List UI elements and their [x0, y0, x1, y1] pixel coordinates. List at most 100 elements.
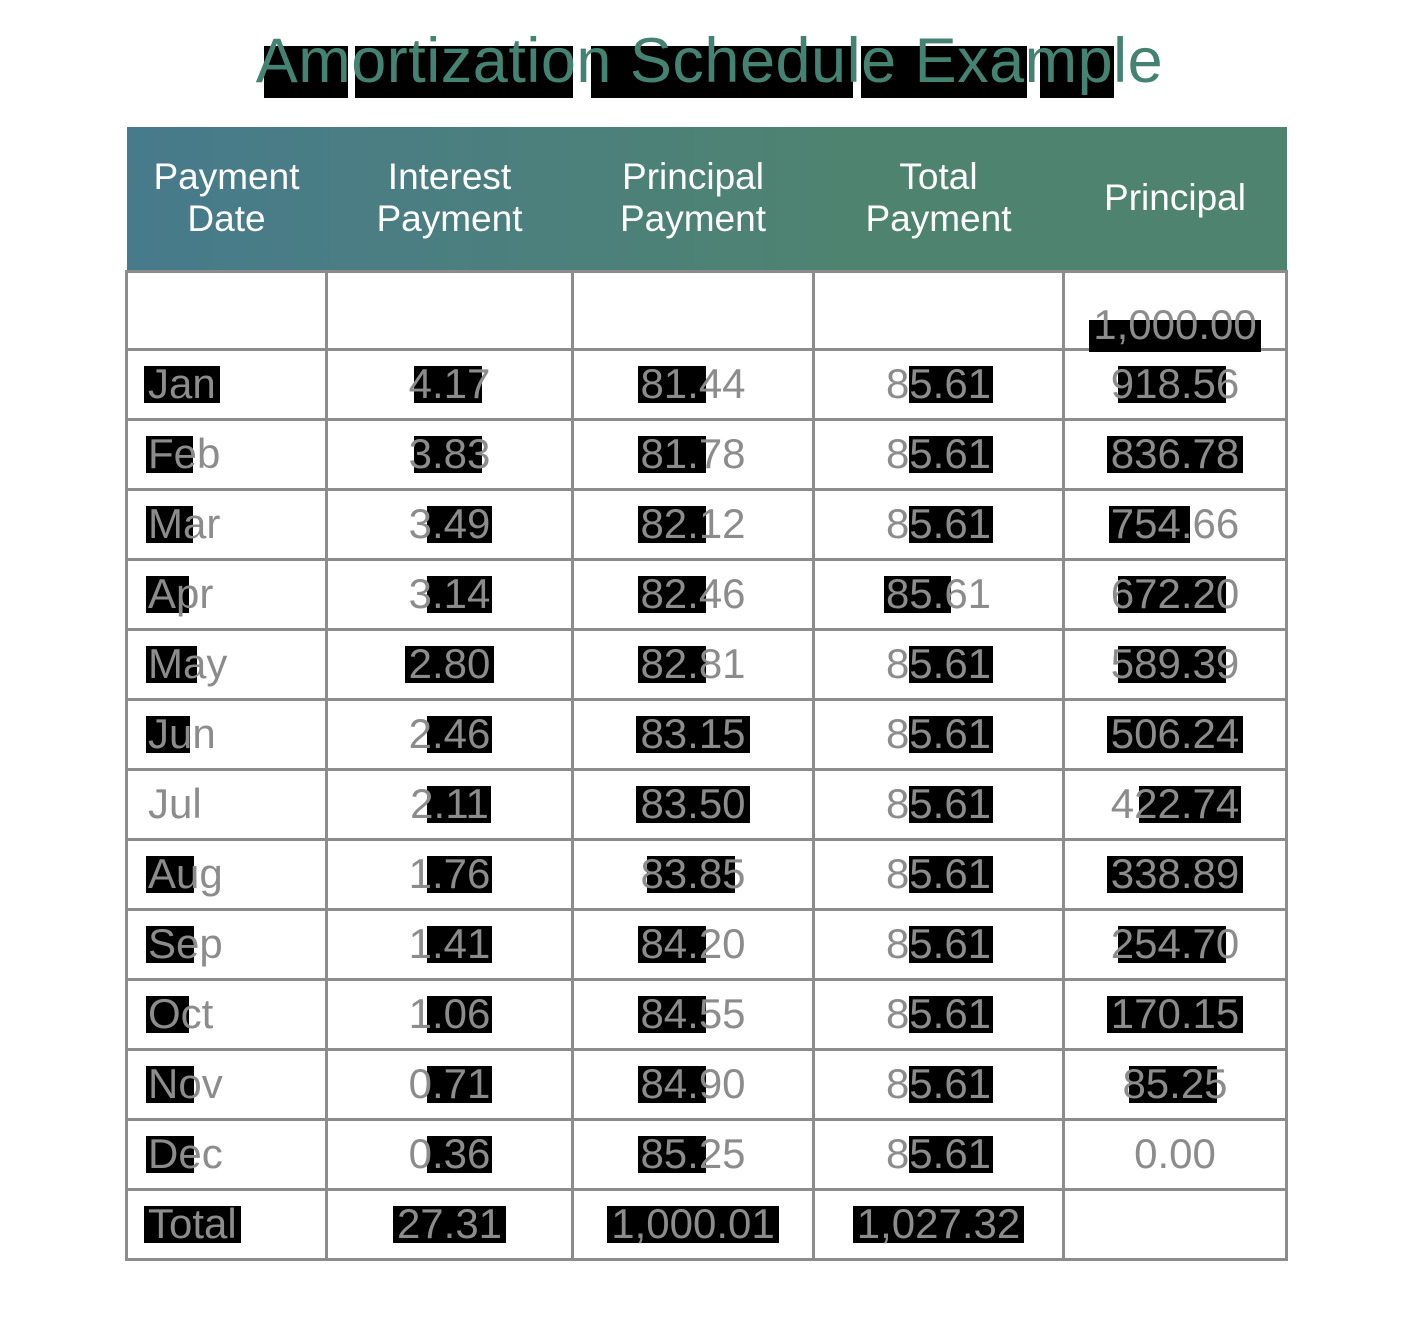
table-header: Payment Date Interest Payment Principal … [126, 127, 1287, 271]
cell-value-interest-payment: 3.14 [408, 569, 493, 619]
cell-value-payment-date: Sep [146, 919, 223, 969]
cell-value-payment-date: Dec [146, 1129, 223, 1179]
cell-text: Dec [148, 1130, 223, 1177]
page-title-text: Amortization Schedule Example [255, 26, 1164, 96]
cell-text: Feb [148, 430, 221, 477]
cell-text: 2.46 [408, 710, 491, 757]
cell-text: Total [148, 1200, 237, 1247]
cell-principal-balance: 170.15 [1062, 977, 1288, 1051]
cell-interest-payment: 2.46 [325, 697, 574, 771]
cell-text: 422.74 [1110, 780, 1240, 827]
cell-interest-payment: 3.14 [325, 557, 574, 631]
cell-text: 254.70 [1110, 920, 1240, 967]
column-header-principal-payment: Principal Payment [573, 127, 814, 271]
cell-value-principal-balance: 506.24 [1106, 709, 1244, 759]
cell-value-interest-payment: 2.11 [410, 779, 491, 829]
cell-text: 589.39 [1110, 640, 1240, 687]
cell-text: 85.25 [1122, 1060, 1228, 1107]
cell-value-total-payment: 85.61 [886, 359, 994, 409]
cell-value-interest-payment: 1.76 [408, 849, 493, 899]
cell-value-principal-balance: 1,000.00 [1089, 300, 1261, 352]
cell-value-payment-date: Feb [145, 429, 221, 479]
cell-total-payment: 85.61 [812, 417, 1065, 491]
cell-total-payment: 85.61 [812, 1117, 1065, 1191]
cell-text: 0.36 [408, 1130, 491, 1177]
table-row: 1,000.00 [125, 269, 1288, 352]
cell-text: Jul [148, 780, 202, 827]
cell-value-total-payment: 85.61 [886, 989, 994, 1039]
cell-value-interest-payment: 2.46 [408, 709, 493, 759]
cell-interest-payment: 27.31 [325, 1187, 574, 1261]
table-row: Mar 3.49 82.12 85.61 754.66 [125, 487, 1288, 561]
cell-interest-payment: 2.80 [325, 627, 574, 701]
cell-payment-date: Feb [125, 417, 328, 491]
cell-principal-balance [1062, 1187, 1288, 1261]
cell-text: Jun [148, 710, 216, 757]
cell-principal-payment: 83.50 [571, 767, 815, 841]
cell-text: 4.17 [408, 360, 491, 407]
column-header-interest-payment: Interest Payment [327, 127, 573, 271]
cell-value-principal-balance: 338.89 [1106, 849, 1244, 899]
cell-payment-date: May [125, 627, 328, 701]
cell-principal-balance: 589.39 [1062, 627, 1288, 701]
column-header-total-payment-line2: Payment [865, 198, 1012, 240]
cell-principal-balance: 672.20 [1062, 557, 1288, 631]
cell-value-principal-payment: 83.15 [636, 709, 750, 759]
cell-text: 3.49 [408, 500, 491, 547]
cell-interest-payment: 3.49 [325, 487, 574, 561]
cell-principal-payment: 82.46 [571, 557, 815, 631]
cell-text: Mar [148, 500, 221, 547]
cell-value-total-payment: 1,027.32 [852, 1199, 1024, 1249]
cell-value-principal-payment: 81.44 [638, 359, 746, 409]
cell-payment-date: Jun [125, 697, 328, 771]
cell-text: 1,027.32 [856, 1200, 1021, 1247]
column-header-total-payment: Total Payment [814, 127, 1064, 271]
cell-value-principal-balance: 589.39 [1111, 639, 1239, 689]
cell-value-payment-date: Jan [144, 359, 220, 409]
cell-payment-date: Dec [125, 1117, 328, 1191]
cell-text: 1.76 [408, 850, 491, 897]
cell-payment-date [125, 269, 328, 351]
cell-interest-payment: 1.76 [325, 837, 574, 911]
table-row: Total 27.31 1,000.01 1,027.32 [125, 1187, 1288, 1261]
table-row: Apr 3.14 82.46 85.61 672.20 [125, 557, 1288, 631]
cell-text: 85.61 [885, 1130, 992, 1177]
cell-value-principal-payment: 82.46 [638, 569, 746, 619]
column-header-interest-payment-line2: Payment [376, 198, 523, 240]
cell-value-principal-balance: 0.00 [1134, 1129, 1216, 1179]
cell-value-principal-balance: 254.70 [1111, 919, 1239, 969]
table-row: Sep 1.41 84.20 85.61 254.70 [125, 907, 1288, 981]
cell-value-principal-balance: 170.15 [1106, 989, 1244, 1039]
cell-payment-date: Total [125, 1187, 328, 1261]
cell-interest-payment: 1.06 [325, 977, 574, 1051]
cell-text: Sep [148, 920, 223, 967]
cell-payment-date: Nov [125, 1047, 328, 1121]
cell-value-principal-balance: 836.78 [1106, 429, 1244, 479]
cell-text: 85.61 [885, 710, 992, 757]
cell-value-total-payment: 85.61 [886, 429, 994, 479]
cell-text: Nov [148, 1060, 223, 1107]
cell-total-payment: 85.61 [812, 837, 1065, 911]
cell-value-payment-date: Total [144, 1199, 241, 1249]
column-header-principal-line1: Principal [1104, 177, 1246, 219]
cell-total-payment: 85.61 [812, 347, 1065, 421]
cell-payment-date: Aug [125, 837, 328, 911]
cell-principal-balance: 85.25 [1062, 1047, 1288, 1121]
cell-value-principal-payment: 81.78 [638, 429, 746, 479]
cell-principal-balance: 1,000.00 [1062, 269, 1288, 352]
page-title-container: Amortization Schedule Example [0, 24, 1419, 98]
cell-value-interest-payment: 1.41 [409, 919, 493, 969]
cell-value-principal-payment: 83.85 [640, 849, 745, 899]
cell-payment-date: Sep [125, 907, 328, 981]
cell-value-principal-balance: 672.20 [1111, 569, 1239, 619]
cell-value-principal-payment: 84.55 [638, 989, 746, 1039]
cell-text: May [148, 640, 228, 687]
cell-text: 3.14 [408, 570, 491, 617]
cell-text: 27.31 [396, 1200, 503, 1247]
cell-text: 85.61 [885, 640, 992, 687]
cell-text: 0.00 [1134, 1130, 1216, 1177]
cell-text: 338.89 [1110, 850, 1240, 897]
cell-principal-payment: 82.12 [571, 487, 815, 561]
cell-text: 82.12 [640, 500, 746, 547]
cell-text: 82.46 [640, 570, 746, 617]
